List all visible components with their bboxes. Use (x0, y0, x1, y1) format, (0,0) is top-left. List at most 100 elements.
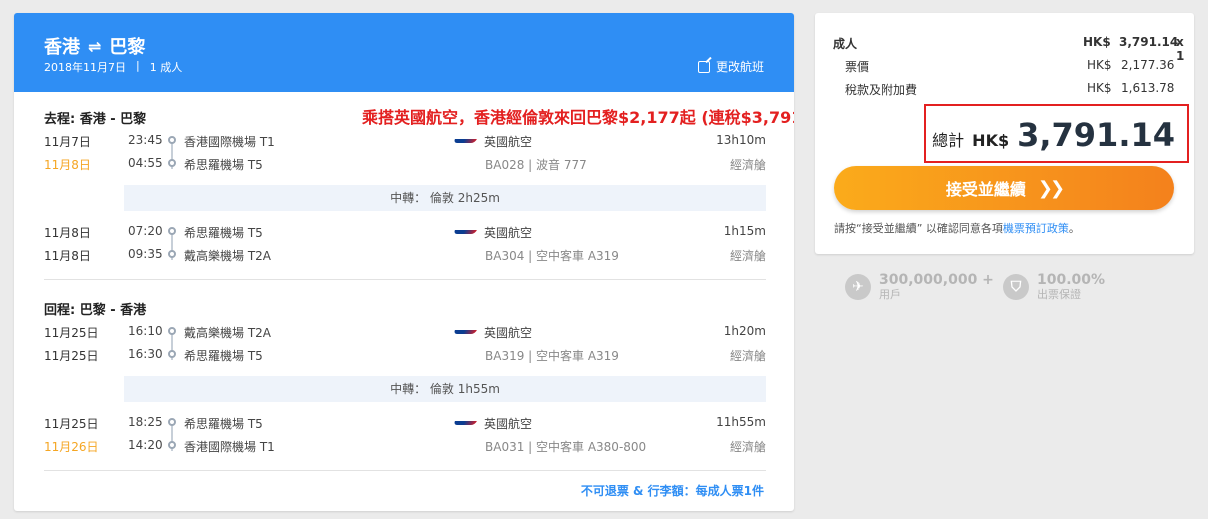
segment-arrival: 11月8日 09:35 戴高樂機場 T2A BA304 | 空中客車 A319 … (44, 245, 766, 265)
arrival-date: 11月26日 (44, 440, 99, 454)
timeline-dot (168, 250, 176, 258)
section-divider (44, 470, 766, 471)
departure-time: 23:45 (128, 133, 163, 147)
transfer-info: 中轉： 倫敦 2h25m (124, 185, 766, 211)
swap-icon: ⇌ (88, 36, 102, 56)
departure-date: 11月25日 (44, 417, 99, 431)
timeline-dot (168, 136, 176, 144)
trip-summary: 2018年11月7日 | 1 成人 (44, 59, 182, 75)
arrival-date: 11月8日 (44, 158, 91, 172)
arrival-airport: 戴高樂機場 T2A (184, 249, 271, 263)
airline: 英國航空 (454, 133, 532, 150)
flight-duration: 13h10m (716, 133, 766, 147)
timeline-dot (168, 350, 176, 358)
edit-icon (697, 60, 710, 73)
passenger-count: 1 成人 (149, 61, 183, 74)
accept-continue-button[interactable]: 接受並繼續 ❯❯ (834, 166, 1174, 210)
passenger-multiplier: x 1 (1176, 35, 1185, 63)
flight-number: BA304 | 空中客車 A319 (485, 249, 619, 263)
fare-label: 票價 (845, 60, 870, 74)
departure-time: 07:20 (128, 224, 163, 238)
cabin-class: 經濟艙 (729, 440, 766, 454)
british-airways-logo-icon (454, 137, 476, 147)
fare-amount: 2,177.36 (1121, 58, 1175, 72)
continue-label: 接受並繼續 (945, 180, 1026, 199)
change-flight-label: 更改航班 (715, 60, 764, 74)
timeline-dot (168, 227, 176, 235)
arrival-time: 14:20 (128, 438, 163, 452)
promo-text: 乘搭英國航空，香港經倫敦來回巴黎$2,177起 (連稅$3,791起) (362, 108, 794, 127)
adult-amount: 3,791.14 (1119, 35, 1179, 49)
double-chevron-right-icon: ❯❯ (1037, 177, 1065, 199)
separator: | (136, 59, 140, 72)
segment-departure: 11月7日 23:45 香港國際機場 T1 英國航空 13h10m (44, 131, 766, 151)
departure-date: 11月8日 (44, 226, 91, 240)
flight-number: BA319 | 空中客車 A319 (485, 349, 619, 363)
arrival-time: 04:55 (128, 156, 163, 170)
departure-airport: 香港國際機場 T1 (184, 135, 275, 149)
arrival-date: 11月8日 (44, 249, 91, 263)
airline-name: 英國航空 (484, 326, 533, 340)
users-count: 300,000,000 + (879, 272, 994, 288)
departure-time: 16:10 (128, 324, 163, 338)
flight-number: BA028 | 波音 777 (485, 158, 587, 172)
tax-label: 稅款及附加費 (845, 83, 918, 97)
airline-name: 英國航空 (484, 417, 533, 431)
departure-date: 11月7日 (44, 135, 91, 149)
tax-amount: 1,613.78 (1121, 81, 1175, 95)
airplane-icon: ✈ (845, 273, 871, 300)
users-label: 用戶 (879, 288, 901, 301)
destination-city: 巴黎 (109, 37, 146, 58)
inbound-title: 回程: 巴黎 - 香港 (44, 303, 147, 318)
total-currency: HK$ (972, 131, 1010, 150)
segment-departure: 11月8日 07:20 希思羅機場 T5 英國航空 1h15m (44, 222, 766, 242)
arrival-airport: 香港國際機場 T1 (184, 440, 275, 454)
cabin-class: 經濟艙 (729, 158, 766, 172)
booking-policy-link[interactable]: 機票預訂政策 (1003, 222, 1069, 235)
arrival-date: 11月25日 (44, 349, 99, 363)
segment-arrival: 11月8日 04:55 希思羅機場 T5 BA028 | 波音 777 經濟艙 (44, 154, 766, 174)
currency: HK$ (1087, 58, 1112, 72)
outbound-title: 去程: 香港 - 巴黎 (44, 112, 147, 127)
origin-city: 香港 (44, 37, 80, 58)
departure-time: 18:25 (128, 415, 163, 429)
currency: HK$ (1087, 81, 1112, 95)
departure-airport: 戴高樂機場 T2A (184, 326, 271, 340)
segment-arrival: 11月26日 14:20 香港國際機場 T1 BA031 | 空中客車 A380… (44, 436, 766, 456)
cabin-class: 經濟艙 (729, 249, 766, 263)
total-label: 總計 (932, 131, 965, 150)
arrival-time: 16:30 (128, 347, 163, 361)
section-divider (44, 279, 766, 280)
total-amount: 3,791.14 (1017, 116, 1175, 154)
price-card: 成人 HK$ 3,791.14 x 1 票價 HK$ 2,177.36 稅款及附… (815, 13, 1194, 254)
itinerary-card: 香港 ⇌ 巴黎 2018年11月7日 | 1 成人 更改航班 去程: 香港 - … (14, 13, 794, 511)
adult-label: 成人 (833, 37, 858, 51)
airline: 英國航空 (454, 224, 532, 241)
transfer-info: 中轉： 倫敦 1h55m (124, 376, 766, 402)
guarantee-rate: 100.00% (1037, 272, 1106, 288)
users-badge: ✈ 300,000,000 + 用戶 (845, 272, 994, 301)
departure-airport: 希思羅機場 T5 (184, 226, 263, 240)
flight-duration: 1h15m (723, 224, 766, 238)
flight-duration: 1h20m (723, 324, 766, 338)
change-flight-button[interactable]: 更改航班 (697, 58, 764, 75)
timeline-dot (168, 418, 176, 426)
trip-date: 2018年11月7日 (44, 61, 126, 74)
guarantee-badge: ⛉ 100.00% 出票保證 (1003, 272, 1105, 301)
segment-departure: 11月25日 16:10 戴高樂機場 T2A 英國航空 1h20m (44, 322, 766, 342)
arrival-time: 09:35 (128, 247, 163, 261)
baggage-policy-link[interactable]: 不可退票 & 行李額：每成人票1件 (581, 482, 764, 499)
british-airways-logo-icon (454, 328, 476, 338)
terms-prefix: 請按“接受並繼續” 以確認同意各項 (834, 222, 1003, 235)
guarantee-label: 出票保證 (1037, 288, 1081, 301)
arrival-airport: 希思羅機場 T5 (184, 349, 263, 363)
departure-date: 11月25日 (44, 326, 99, 340)
itinerary-header: 香港 ⇌ 巴黎 2018年11月7日 | 1 成人 更改航班 (14, 13, 794, 92)
timeline-dot (168, 327, 176, 335)
timeline-dot (168, 159, 176, 167)
british-airways-logo-icon (454, 419, 476, 429)
airline-name: 英國航空 (484, 226, 533, 240)
airline: 英國航空 (454, 324, 532, 341)
route-title: 香港 ⇌ 巴黎 (44, 33, 145, 59)
departure-airport: 希思羅機場 T5 (184, 417, 263, 431)
